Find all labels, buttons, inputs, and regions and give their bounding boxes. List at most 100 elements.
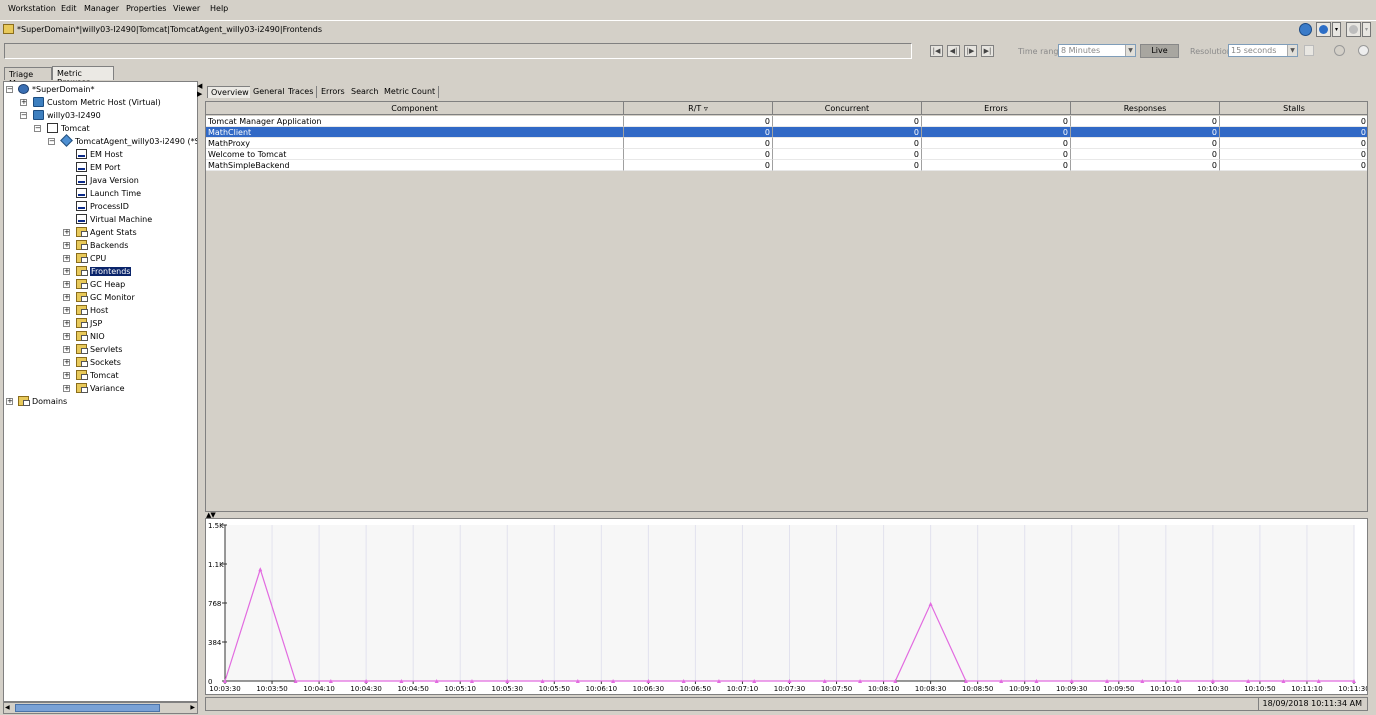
tree-node-folder[interactable]: Agent Stats [90,227,137,239]
refresh-icon[interactable] [1334,45,1345,56]
tree-node-metric[interactable]: ProcessID [90,201,129,213]
forward-dropdown-button[interactable]: ▾ [1362,22,1371,37]
settings-icon[interactable] [1358,45,1369,56]
expand-icon[interactable]: + [63,372,70,379]
tree-node-process[interactable]: Tomcat [61,123,90,135]
tree-node-folder[interactable]: GC Monitor [90,292,135,304]
lock-icon[interactable] [1304,45,1314,56]
column-header-errors[interactable]: Errors [922,102,1071,115]
collapse-icon[interactable]: − [20,112,27,119]
column-header-responses[interactable]: Responses [1071,102,1220,115]
history-dropdown-button[interactable]: ▾ [1332,22,1341,37]
tree-node-folder[interactable]: GC Heap [90,279,125,291]
expand-icon[interactable]: + [63,333,70,340]
table-row[interactable]: Welcome to Tomcat 0 0 0 0 0 [206,149,1367,160]
column-header-stalls[interactable]: Stalls [1220,102,1367,115]
folder-icon [76,357,88,367]
tree-node-domains[interactable]: Domains [32,396,67,408]
expand-icon[interactable]: + [63,242,70,249]
tree-node-agent[interactable]: TomcatAgent_willy03-i2490 (*Supe [75,136,197,148]
tree-node-metric[interactable]: EM Port [90,162,120,174]
collapse-icon[interactable]: − [48,138,55,145]
skip-end-icon[interactable]: ▶| [981,45,994,57]
column-header-component[interactable]: Component [206,102,624,115]
step-back-icon[interactable]: ◀| [947,45,960,57]
splitter-collapse-icon[interactable]: ◀ [197,82,202,90]
cell-component: Welcome to Tomcat [206,149,624,160]
time-range-select[interactable]: 8 Minutes ▼ [1058,44,1136,57]
expand-icon[interactable]: + [63,268,70,275]
tree-node-folder[interactable]: NIO [90,331,105,343]
tree-node-folder[interactable]: Host [90,305,108,317]
expand-icon[interactable]: + [63,346,70,353]
filter-field[interactable] [4,43,912,59]
tab-errors[interactable]: Errors [318,86,349,98]
menu-properties[interactable]: Properties [126,4,166,13]
expand-icon[interactable]: + [63,385,70,392]
tree-horizontal-scrollbar[interactable]: ◀ ▶ [3,702,198,714]
expand-icon[interactable]: + [63,281,70,288]
tree-node-folder[interactable]: Tomcat [90,370,119,382]
step-forward-icon[interactable]: |▶ [964,45,977,57]
cell-stalls: 0 [1220,127,1367,138]
tree-node-folder[interactable]: Variance [90,383,125,395]
table-row[interactable]: MathSimpleBackend 0 0 0 0 0 [206,160,1367,171]
tree-node-host[interactable]: willy03-I2490 [47,110,101,122]
tab-search[interactable]: Search [348,86,383,98]
cell-rt: 0 [624,127,773,138]
tree-node-folder[interactable]: CPU [90,253,106,265]
expand-icon[interactable]: + [63,229,70,236]
tab-overview[interactable]: Overview [207,86,253,98]
table-row[interactable]: Tomcat Manager Application 0 0 0 0 0 [206,116,1367,127]
superdomain-icon [18,84,29,94]
tree-node-metric[interactable]: Java Version [90,175,139,187]
tree-node-frontends-selected[interactable]: Frontends [90,266,132,278]
back-button[interactable] [1316,22,1331,37]
expand-icon[interactable]: + [63,294,70,301]
menu-edit[interactable]: Edit [61,4,77,13]
column-header-concurrent[interactable]: Concurrent [773,102,922,115]
skip-start-icon[interactable]: |◀ [930,45,943,57]
tree-node-metric[interactable]: EM Host [90,149,123,161]
tree-node-custom-host[interactable]: Custom Metric Host (Virtual) [47,97,161,109]
resolution-select[interactable]: 15 seconds ▼ [1228,44,1298,57]
menu-workstation[interactable]: Workstation [8,4,56,13]
tree-node-metric[interactable]: Virtual Machine [90,214,152,226]
tab-metric-browser[interactable]: Metric Browser [52,66,114,87]
table-row-selected[interactable]: MathClient 0 0 0 0 0 [206,127,1367,138]
scroll-left-icon[interactable]: ◀ [5,704,10,711]
expand-icon[interactable]: + [20,99,27,106]
expand-icon[interactable]: + [6,398,13,405]
collapse-icon[interactable]: − [6,86,13,93]
menu-help[interactable]: Help [210,4,228,13]
menu-viewer[interactable]: Viewer [173,4,200,13]
forward-button[interactable] [1346,22,1361,37]
expand-icon[interactable]: + [63,359,70,366]
collapse-icon[interactable]: − [34,125,41,132]
menu-manager[interactable]: Manager [84,4,119,13]
x-tick-label: 10:05:50 [539,685,570,693]
tab-metric-count[interactable]: Metric Count [381,86,440,98]
tab-traces[interactable]: Traces [285,86,318,98]
tab-triage-map[interactable]: Triage Map [4,67,52,88]
tree-node-folder[interactable]: Sockets [90,357,121,369]
tree-node-folder[interactable]: Backends [90,240,128,252]
globe-icon[interactable] [1299,23,1312,36]
tree-node-superdomain[interactable]: *SuperDomain* [32,84,94,96]
tab-general[interactable]: General [250,86,289,98]
tree-node-metric[interactable]: Launch Time [90,188,141,200]
splitter-expand-icon[interactable]: ▶ [197,90,202,98]
x-tick-label: 10:10:10 [1150,685,1181,693]
live-button[interactable]: Live [1140,44,1179,58]
tree-node-folder[interactable]: JSP [90,318,102,330]
expand-icon[interactable]: + [63,307,70,314]
expand-icon[interactable]: + [63,320,70,327]
tree-node-folder[interactable]: Servlets [90,344,122,356]
x-tick-label: 10:09:10 [1009,685,1040,693]
table-row[interactable]: MathProxy 0 0 0 0 0 [206,138,1367,149]
expand-icon[interactable]: + [63,255,70,262]
column-header-rt[interactable]: R/T ▿ [624,102,773,115]
scroll-right-icon[interactable]: ▶ [190,704,195,711]
x-tick-label: 10:08:30 [915,685,946,693]
scrollbar-thumb[interactable] [15,704,160,712]
